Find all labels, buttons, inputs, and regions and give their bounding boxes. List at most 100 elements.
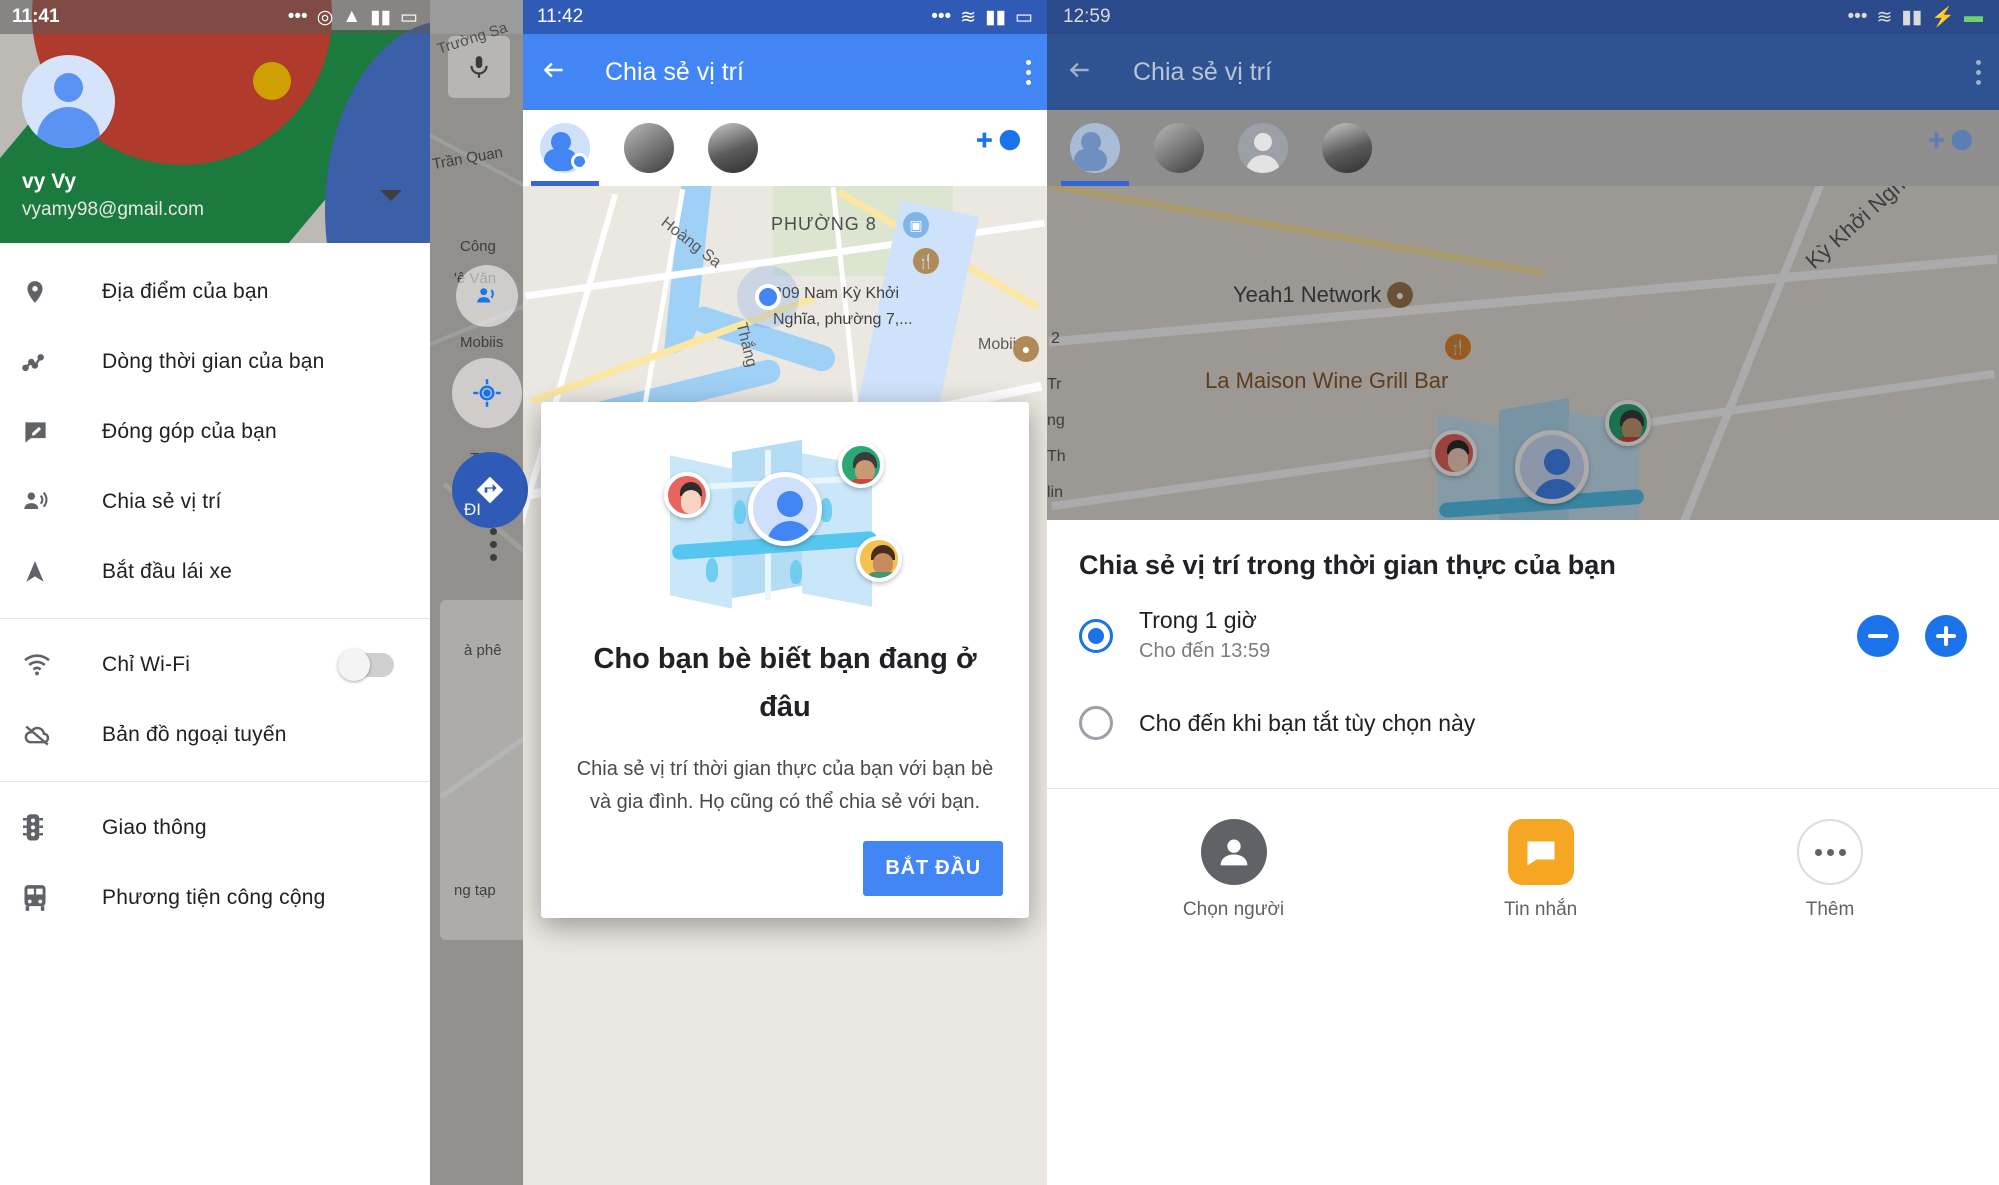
my-location-fab[interactable] [452, 358, 522, 428]
add-person-button[interactable] [1929, 128, 1975, 168]
poi-icon[interactable]: ● [1013, 336, 1039, 362]
action-choose-people[interactable]: Chọn người [1183, 819, 1284, 921]
poi-icon[interactable]: ▣ [903, 212, 929, 238]
map-label: Mobiis [460, 334, 504, 351]
wifi-status-icon: ≋ [1876, 6, 1893, 28]
contact-tab-1[interactable] [1137, 110, 1221, 186]
sheet-action-bar: Chọn người Tin nhắn Thêm [1047, 789, 1999, 921]
option-text: Trong 1 giờ Cho đến 13:59 [1139, 605, 1270, 666]
sidebar-item-your-contributions[interactable]: Đóng góp của bạn [0, 397, 430, 467]
edit-contribution-icon [22, 419, 68, 446]
action-label: Tin nhắn [1503, 899, 1578, 920]
battery-icon: ▬ [1964, 6, 1983, 27]
status-clock: 11:41 [12, 6, 60, 27]
contact-photo-icon [624, 123, 674, 173]
back-arrow-icon[interactable] [539, 57, 569, 88]
wifi-only-toggle[interactable] [338, 649, 394, 681]
self-location-tab[interactable] [1053, 110, 1137, 186]
wifi-status-icon: ▲ [342, 6, 362, 27]
duration-bottom-sheet: Chia sẻ vị trí trong thời gian thực của … [1047, 520, 1999, 1185]
sidebar-item-your-timeline[interactable]: Dòng thời gian của bạn [0, 327, 430, 397]
dialog-actions: BẮT ĐẦU [567, 841, 1003, 896]
chevron-down-icon[interactable] [380, 190, 402, 201]
self-location-tab[interactable] [523, 110, 607, 186]
battery-icon: ▭ [1015, 6, 1033, 28]
option-until-turned-off[interactable]: Cho đến khi bạn tắt tùy chọn này [1047, 680, 1999, 766]
sidebar-item-your-places[interactable]: Địa điểm của bạn [0, 257, 430, 327]
share-location-screen: 11:42 ••• ≋ ▮▮ ▭ Chia sẻ vị trí PHƯỜNG 8… [523, 0, 1047, 1185]
share-location-fab[interactable] [456, 265, 518, 327]
radio-selected-icon[interactable] [1079, 618, 1113, 653]
contact-tab-1[interactable] [607, 110, 691, 186]
scrim [1047, 186, 1999, 520]
messages-app-icon [1507, 819, 1574, 885]
friend-pin-green [838, 441, 884, 488]
back-arrow-icon[interactable] [1065, 57, 1095, 88]
contact-tab-2[interactable] [1221, 110, 1305, 186]
minus-circle-icon[interactable] [1857, 614, 1899, 657]
self-pin [748, 471, 822, 546]
map-canvas[interactable]: Kỳ Khởi Nghĩa Yeah1 Network La Maison Wi… [1047, 186, 1999, 520]
friends-on-map-illustration [567, 432, 1003, 627]
option-text: Cho đến khi bạn tắt tùy chọn này [1139, 708, 1475, 739]
option-sublabel: Cho đến 13:59 [1139, 640, 1271, 662]
option-label: Cho đến khi bạn tắt tùy chọn này [1139, 709, 1476, 736]
radio-unselected-icon[interactable] [1079, 706, 1113, 740]
signal-icon: ▮▮ [1901, 6, 1923, 28]
timeline-icon [22, 348, 68, 376]
go-button-label: ĐI [464, 500, 481, 519]
start-button[interactable]: BẮT ĐẦU [863, 841, 1003, 896]
app-bar: Chia sẻ vị trí [1047, 34, 1999, 110]
current-location-dot [755, 284, 781, 310]
contact-photo-icon [708, 123, 758, 173]
friend-pin-red [664, 471, 710, 518]
option-one-hour[interactable]: Trong 1 giờ Cho đến 13:59 [1047, 591, 1999, 680]
location-icon: ◎ [316, 6, 334, 28]
contact-photo-icon [1322, 123, 1372, 173]
map-label: 209 Nam Kỳ Khởi Nghĩa, phường 7,... [773, 285, 913, 328]
dialog-title: Cho bạn bè biết bạn đang ở đâu [593, 643, 977, 723]
dialog-body: Chia sẻ vị trí thời gian thực của bạn vớ… [576, 758, 994, 813]
app-bar: Chia sẻ vị trí [523, 34, 1047, 110]
account-name: vy Vy [22, 170, 77, 193]
panel-duration-sheet: 12:59 ••• ≋ ▮▮ ⚡ ▬ Chia sẻ vị trí Kỳ Khở… [1047, 0, 1999, 1185]
more-dots-icon: ••• [287, 6, 308, 27]
people-tabstrip [523, 110, 1047, 186]
map-label: PHƯỜNG 8 [771, 214, 877, 234]
traffic-light-icon [22, 813, 68, 843]
sidebar-item-offline-maps[interactable]: Bản đồ ngoại tuyến [0, 700, 430, 770]
add-person-button[interactable] [977, 128, 1023, 168]
sidebar-item-traffic[interactable]: Giao thông [0, 793, 430, 863]
status-icons: ••• ◎ ▲ ▮▮ ▭ [288, 6, 418, 29]
contact-tab-2[interactable] [691, 110, 775, 186]
action-label: Chọn người [1182, 899, 1285, 920]
map-label: à phê [464, 642, 502, 659]
drawer-account-header[interactable]: 11:41 ••• ◎ ▲ ▮▮ ▭ vy Vy vyamy98@gmail.c… [0, 0, 430, 243]
sheet-title: Chia sẻ vị trí trong thời gian thực của … [1079, 550, 1616, 580]
toggle-knob [338, 649, 370, 681]
poi-restaurant-icon[interactable]: 🍴 [913, 248, 939, 274]
dimmed-map-sliver: Trường Sa Trần Quan Công 'ê Văn Mobiis T… [430, 0, 550, 1185]
self-location-avatar-icon [540, 123, 590, 173]
kebab-menu-icon[interactable] [1976, 59, 1981, 85]
account-info: vy Vy vyamy98@gmail.com [22, 168, 204, 224]
sidebar-item-label: Đóng góp của bạn [102, 420, 277, 443]
status-bar: 12:59 ••• ≋ ▮▮ ⚡ ▬ [1047, 0, 1999, 34]
action-more[interactable]: Thêm [1797, 819, 1864, 921]
duration-stepper [1857, 614, 1967, 657]
sidebar-item-public-transit[interactable]: Phương tiện công cộng [0, 863, 430, 933]
kebab-menu-icon[interactable] [490, 528, 497, 561]
action-messages[interactable]: Tin nhắn [1504, 819, 1577, 921]
panel-nav-drawer: 11:41 ••• ◎ ▲ ▮▮ ▭ vy Vy vyamy98@gmail.c… [0, 0, 430, 1185]
kebab-menu-icon[interactable] [1026, 59, 1031, 85]
self-location-avatar-icon [1070, 123, 1120, 173]
sidebar-item-label: Bản đồ ngoại tuyến [102, 723, 287, 746]
account-email: vyamy98@gmail.com [22, 199, 204, 220]
contact-tab-3[interactable] [1305, 110, 1389, 186]
avatar[interactable] [22, 55, 115, 148]
sidebar-item-start-driving[interactable]: Bắt đầu lái xe [0, 537, 430, 607]
sidebar-item-wifi-only[interactable]: Chỉ Wi-Fi [0, 630, 430, 700]
cloud-off-icon [22, 723, 68, 747]
plus-circle-icon[interactable] [1925, 614, 1967, 657]
sidebar-item-share-location[interactable]: Chia sẻ vị trí [0, 467, 430, 537]
